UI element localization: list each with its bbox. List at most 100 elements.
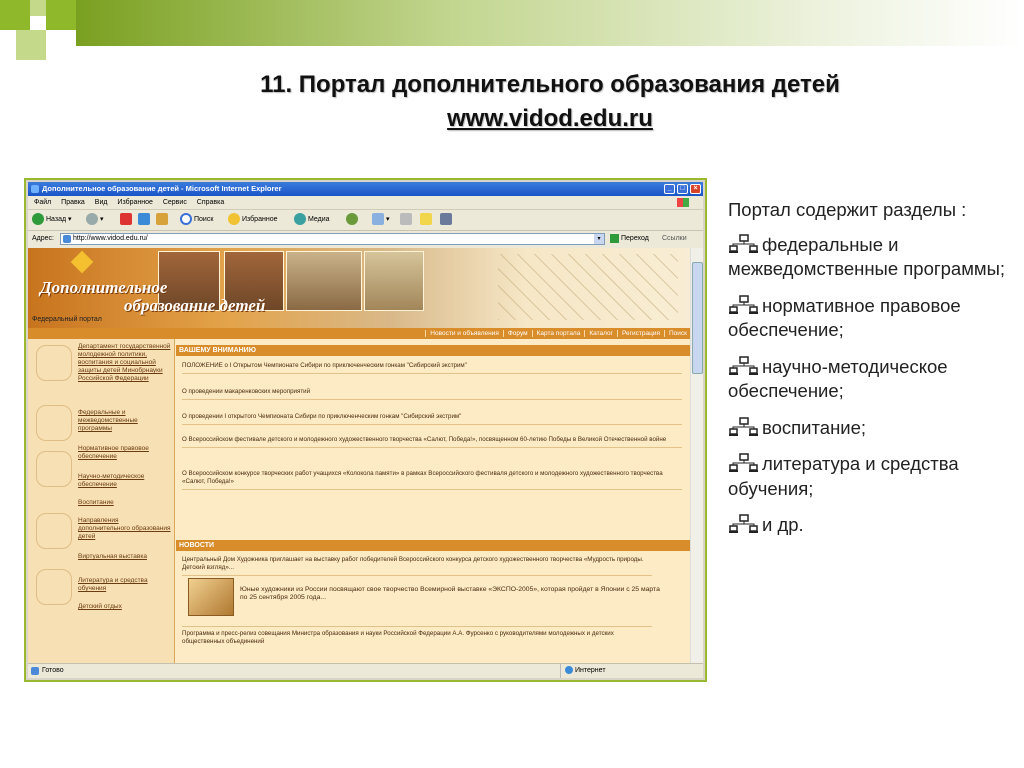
forward-button[interactable]: ▾ — [86, 213, 104, 227]
news-item[interactable]: Юные художники из России посвящают свое … — [240, 586, 660, 602]
status-zone: Интернет — [560, 664, 606, 678]
left-menu-item-methodical[interactable]: Научно-методическое обеспечение — [78, 473, 172, 489]
section-bullet: нормативное правовое обеспечение; — [728, 294, 1008, 343]
browser-title: Дополнительное образование детей - Micro… — [42, 184, 282, 193]
favorites-star-icon — [228, 213, 240, 226]
network-bullet-icon — [729, 514, 758, 533]
search-icon — [180, 213, 192, 226]
network-bullet-icon — [729, 355, 758, 375]
edit-icon — [420, 213, 432, 226]
windows-flag-icon — [677, 198, 689, 207]
menu-favorites[interactable]: Избранное — [117, 199, 152, 206]
sections-list: Портал содержит разделы : федеральные и … — [728, 198, 1008, 550]
close-icon[interactable]: × — [690, 184, 701, 194]
banner-title-line1: Дополнительное — [40, 278, 168, 297]
mail-icon — [372, 213, 384, 226]
left-menu-item-virtual-exhibition[interactable]: Виртуальная выставка — [78, 553, 172, 561]
section-bullet-text: воспитание; — [762, 416, 867, 438]
status-page-icon — [31, 667, 39, 675]
menu-file[interactable]: Файл — [34, 199, 51, 206]
section-bullet: научно-методическое обеспечение; — [728, 355, 1008, 404]
sections-intro: Портал содержит разделы : — [728, 199, 967, 220]
print-icon — [400, 213, 412, 226]
home-icon — [156, 213, 168, 226]
news-item[interactable]: Программа и пресс-релиз совещания Минист… — [182, 626, 652, 646]
banner-title-line2: образование детей — [124, 296, 266, 315]
back-arrow-icon — [32, 213, 44, 226]
page-scrollbar[interactable] — [690, 248, 703, 664]
search-button[interactable]: Поиск — [180, 213, 213, 227]
media-button[interactable]: Медиа — [294, 213, 330, 227]
messenger-icon — [440, 213, 452, 226]
maximize-icon[interactable]: □ — [677, 184, 688, 194]
stop-button[interactable] — [120, 213, 134, 227]
address-input[interactable]: http://www.vidod.edu.ru/ ▾ — [60, 233, 605, 245]
back-button[interactable]: Назад ▾ — [32, 213, 72, 227]
nav-search[interactable]: Поиск — [663, 330, 691, 337]
home-button[interactable] — [156, 213, 170, 227]
site-left-menu: Департамент государственной молодежной п… — [28, 339, 175, 664]
mail-button[interactable]: ▾ — [372, 213, 390, 227]
media-icon — [294, 213, 306, 226]
refresh-button[interactable] — [138, 213, 152, 227]
news-image — [188, 578, 234, 616]
section-bullet: и др. — [728, 513, 1008, 538]
address-dropdown-icon[interactable]: ▾ — [594, 234, 604, 244]
attention-item[interactable]: О Всероссийском конкурсе творческих рабо… — [182, 470, 682, 490]
menu-help[interactable]: Справка — [197, 199, 224, 206]
slide-title-url[interactable]: www.vidod.edu.ru — [120, 102, 980, 136]
menu-figure-illustration — [36, 345, 72, 381]
left-menu-item-rest[interactable]: Детский отдых — [78, 603, 172, 611]
top-gradient-bar — [76, 0, 1024, 46]
menu-figure-illustration — [36, 569, 72, 605]
address-bar: Адрес: http://www.vidod.edu.ru/ ▾ Перехо… — [28, 231, 703, 247]
address-label: Адрес: — [32, 235, 54, 242]
browser-window: Дополнительное образование детей - Micro… — [28, 182, 703, 678]
attention-header: ВАШЕМУ ВНИМАНИЮ — [176, 345, 691, 356]
nav-catalog[interactable]: Каталог — [584, 330, 617, 337]
history-button[interactable] — [346, 213, 360, 227]
section-bullet: воспитание; — [728, 416, 1008, 441]
star-logo-icon — [70, 250, 94, 274]
section-bullet-text: федеральные и межведомственные программы… — [728, 233, 1006, 280]
left-menu-item-literature[interactable]: Литература и средства обучения — [78, 577, 172, 593]
left-menu-item-programs[interactable]: Федеральные и межведомственные программы — [78, 409, 172, 433]
left-menu-item-department[interactable]: Департамент государственной молодежной п… — [78, 343, 172, 383]
edit-button[interactable] — [420, 213, 434, 227]
left-menu-item-directions[interactable]: Направления дополнительного образования … — [78, 517, 172, 541]
attention-item[interactable]: ПОЛОЖЕНИЕ о I Открытом Чемпионате Сибири… — [182, 362, 682, 374]
favorites-button[interactable]: Избранное — [228, 213, 277, 227]
nav-forum[interactable]: Форум — [502, 330, 532, 337]
attention-item[interactable]: О проведении I открытого Чемпионата Сиби… — [182, 413, 682, 425]
nav-sitemap[interactable]: Карта портала — [531, 330, 585, 337]
nav-registration[interactable]: Регистрация — [616, 330, 664, 337]
network-bullet-icon — [729, 294, 758, 314]
menu-tools[interactable]: Сервис — [163, 199, 187, 206]
messenger-button[interactable] — [440, 213, 454, 227]
attention-item[interactable]: О Всероссийском фестивале детского и мол… — [182, 436, 682, 448]
print-button[interactable] — [400, 213, 414, 227]
nav-news[interactable]: Новости и объявления — [425, 330, 503, 337]
ie-icon — [31, 185, 39, 193]
go-button[interactable]: Переход — [610, 231, 649, 247]
section-bullet-text: научно-методическое обеспечение; — [728, 355, 948, 402]
left-menu-item-upbringing[interactable]: Воспитание — [78, 499, 172, 507]
webpage-content: Дополнительное образование детей Федерал… — [28, 248, 691, 664]
menu-view[interactable]: Вид — [95, 199, 108, 206]
stop-icon — [120, 213, 132, 226]
menu-edit[interactable]: Правка — [61, 199, 85, 206]
section-bullet-text: литература и средства обучения; — [728, 453, 959, 499]
minimize-icon[interactable]: _ — [664, 184, 675, 194]
refresh-icon — [138, 213, 150, 226]
slide-title: 11. Портал дополнительного образования д… — [120, 68, 980, 136]
menu-figure-illustration — [36, 451, 72, 487]
news-item[interactable]: Центральный Дом Художника приглашает на … — [182, 556, 652, 576]
scrollbar-thumb[interactable] — [692, 262, 703, 374]
browser-toolbar: Назад ▾ ▾ Поиск Избранное Медиа ▾ — [28, 210, 703, 231]
browser-screenshot: Дополнительное образование детей - Micro… — [24, 178, 707, 682]
section-bullet-text: и др. — [762, 514, 804, 535]
attention-item[interactable]: О проведении макаренковских мероприятий — [182, 388, 682, 400]
links-button[interactable]: Ссылки — [662, 231, 687, 247]
left-menu-item-normative[interactable]: Нормативное правовое обеспечение — [78, 445, 172, 461]
address-value: http://www.vidod.edu.ru/ — [73, 235, 148, 242]
